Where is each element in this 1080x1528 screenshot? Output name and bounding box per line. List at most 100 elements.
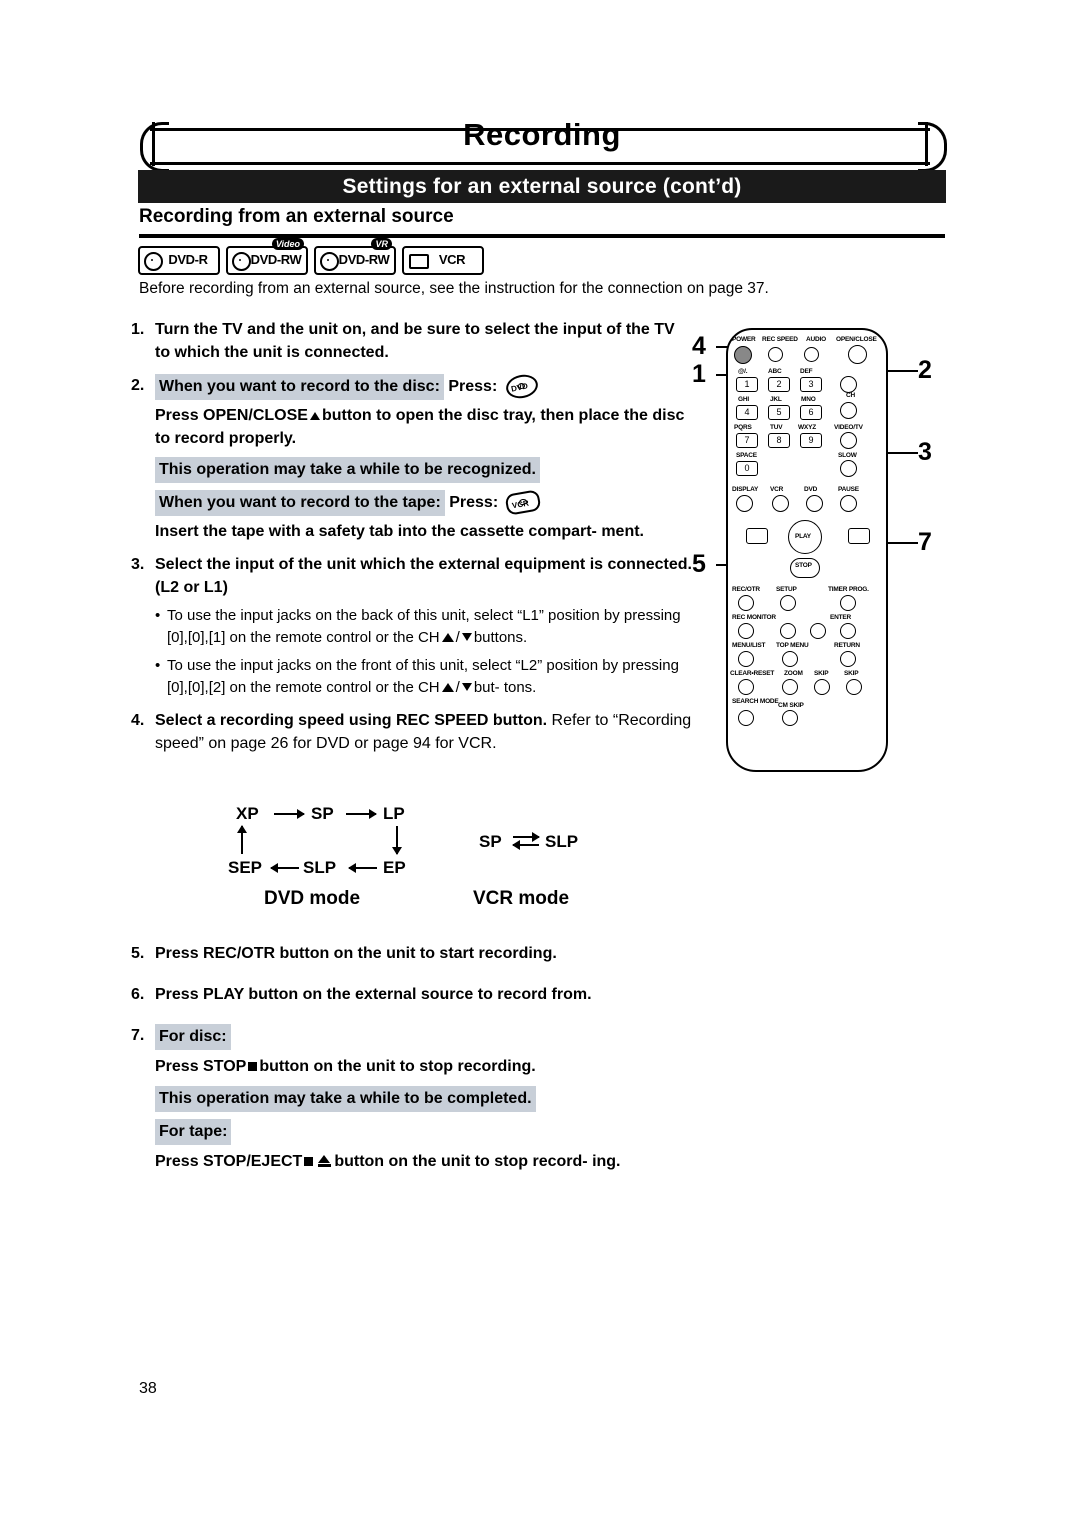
step-2-tape-press-label: Press:: [449, 494, 499, 511]
key-4[interactable]: 4: [736, 405, 758, 420]
step-3-text: Select the input of the unit which the e…: [155, 556, 692, 596]
cursor-up-button[interactable]: [840, 376, 857, 393]
step-6: 6. Press PLAY button on the external sou…: [131, 983, 693, 1006]
callout-5: 5: [692, 550, 706, 578]
remote-body: POWER REC SPEED AUDIO OPEN/CLOSE @/. ABC…: [726, 328, 888, 772]
step-5-number: 5.: [131, 945, 145, 962]
display-button[interactable]: [736, 495, 753, 512]
cursor-left-button[interactable]: [780, 623, 796, 639]
step-7-disc-line: Press STOP button on the unit to stop rec…: [155, 1055, 693, 1078]
zoom-button[interactable]: [782, 679, 798, 695]
step-7-tape-b: button on the unit to stop record- ing.: [334, 1153, 621, 1170]
label-key-5: JKL: [770, 396, 782, 403]
final-steps: 5. Press REC/OTR button on the unit to s…: [131, 932, 693, 1173]
search-mode-button[interactable]: [738, 710, 754, 726]
step-2-open-close-a: Press OPEN/CLOSE: [155, 407, 308, 424]
cursor-right-button[interactable]: [810, 623, 826, 639]
clear-reset-button[interactable]: [738, 679, 754, 695]
step-3-bullet-2-end: but- tons.: [473, 679, 537, 696]
video-tv-button[interactable]: [840, 432, 857, 449]
step-1-text: Turn the TV and the unit on, and be sure…: [155, 321, 675, 361]
setup-button[interactable]: [780, 595, 796, 611]
speed-dvd-sp: SP: [311, 804, 334, 823]
label-audio: AUDIO: [806, 336, 826, 343]
speed-dvd-lp: LP: [383, 804, 405, 823]
label-rec-otr: REC/OTR: [732, 586, 760, 593]
key-1[interactable]: 1: [736, 377, 758, 392]
step-3-body: Select the input of the unit which the e…: [155, 553, 693, 699]
enter-button[interactable]: [840, 623, 856, 639]
skip-forward-button[interactable]: [846, 679, 862, 695]
label-key-1: @/.: [738, 368, 748, 375]
page-title: Recording: [463, 117, 621, 152]
fast-forward-button[interactable]: [848, 528, 870, 544]
key-9[interactable]: 9: [800, 433, 822, 448]
badge-label: DVD-R: [168, 252, 208, 267]
key-7[interactable]: 7: [736, 433, 758, 448]
slow-button[interactable]: [840, 460, 857, 477]
label-zoom: ZOOM: [784, 670, 803, 677]
label-video-tv: VIDEO/TV: [834, 424, 863, 431]
vcr-button[interactable]: [772, 495, 789, 512]
badge-label: DVD-RW: [250, 252, 302, 267]
pause-button[interactable]: [840, 495, 857, 512]
menu-list-button[interactable]: [738, 651, 754, 667]
step-3-bullet-2: To use the input jacks on the front of t…: [155, 655, 693, 699]
step-2-note-highlight: This operation may take a while to be re…: [155, 457, 540, 483]
step-3: 3. Select the input of the unit which th…: [131, 553, 693, 699]
timer-prog-button[interactable]: [840, 595, 856, 611]
key-5[interactable]: 5: [768, 405, 790, 420]
step-2-open-close-line: Press OPEN/CLOSE button to open the disc …: [155, 404, 693, 450]
cursor-down-button[interactable]: [840, 402, 857, 419]
header: Recording: [138, 110, 946, 170]
label-cm-skip: CM SKIP: [778, 702, 804, 709]
badge-label: DVD-RW: [338, 252, 390, 267]
return-button[interactable]: [840, 651, 856, 667]
rec-speed-button[interactable]: [768, 347, 783, 362]
arrow-vcr-slp-to-sp: [512, 840, 539, 850]
speed-dvd-xp: XP: [236, 804, 259, 823]
power-button[interactable]: [734, 346, 752, 364]
step-4-bold: Select a recording speed using REC SPEED…: [155, 712, 548, 729]
speed-dvd-slp: SLP: [303, 858, 337, 877]
key-6[interactable]: 6: [800, 405, 822, 420]
dvd-button-icon: DVD: [502, 371, 540, 402]
section-banner-label: Settings for an external source (cont’d): [342, 175, 742, 198]
cm-skip-button[interactable]: [782, 710, 798, 726]
open-close-button[interactable]: [848, 345, 867, 364]
label-skip-back: SKIP: [814, 670, 829, 677]
rec-monitor-button[interactable]: [738, 623, 754, 639]
speed-dvd-mode-label: DVD mode: [264, 888, 361, 909]
label-pause: PAUSE: [838, 486, 859, 493]
step-1: 1. Turn the TV and the unit on, and be s…: [131, 318, 693, 364]
speed-vcr-mode-label: VCR mode: [473, 888, 570, 909]
step-2-disc-line: When you want to record to the disc: Pre…: [155, 371, 693, 402]
label-key-2: ABC: [768, 368, 782, 375]
step-2-body: When you want to record to the disc: Pre…: [155, 371, 693, 543]
badge-dvd-rw-video: Video DVD-RW: [226, 238, 308, 275]
skip-back-button[interactable]: [814, 679, 830, 695]
dvd-button[interactable]: [806, 495, 823, 512]
speed-dvd-sep: SEP: [228, 858, 263, 877]
step-7-tape-label: For tape:: [155, 1119, 232, 1145]
audio-button[interactable]: [804, 347, 819, 362]
badge-label: VCR: [438, 252, 466, 267]
step-3-number: 3.: [131, 556, 145, 573]
step-2: 2. When you want to record to the disc: …: [131, 371, 693, 543]
key-3[interactable]: 3: [800, 377, 822, 392]
key-2[interactable]: 2: [768, 377, 790, 392]
step-3-bullet-1-text: To use the input jacks on the back of th…: [167, 607, 681, 646]
manual-page: Recording Settings for an external sourc…: [0, 0, 1080, 1528]
key-0[interactable]: 0: [736, 461, 758, 476]
step-3-bullet-1-end: buttons.: [473, 629, 528, 646]
callout-3: 3: [918, 438, 932, 466]
rec-otr-button[interactable]: [738, 595, 754, 611]
rewind-button[interactable]: [746, 528, 768, 544]
label-vcr: VCR: [770, 486, 784, 493]
top-menu-button[interactable]: [782, 651, 798, 667]
recording-speed-diagram: XP SP LP SEP SLP EP SP SLP DVD mode VCR …: [131, 800, 693, 920]
key-8[interactable]: 8: [768, 433, 790, 448]
page-number: 38: [139, 1380, 157, 1397]
speed-vcr-sp: SP: [479, 832, 502, 851]
label-key-8: TUV: [770, 424, 783, 431]
